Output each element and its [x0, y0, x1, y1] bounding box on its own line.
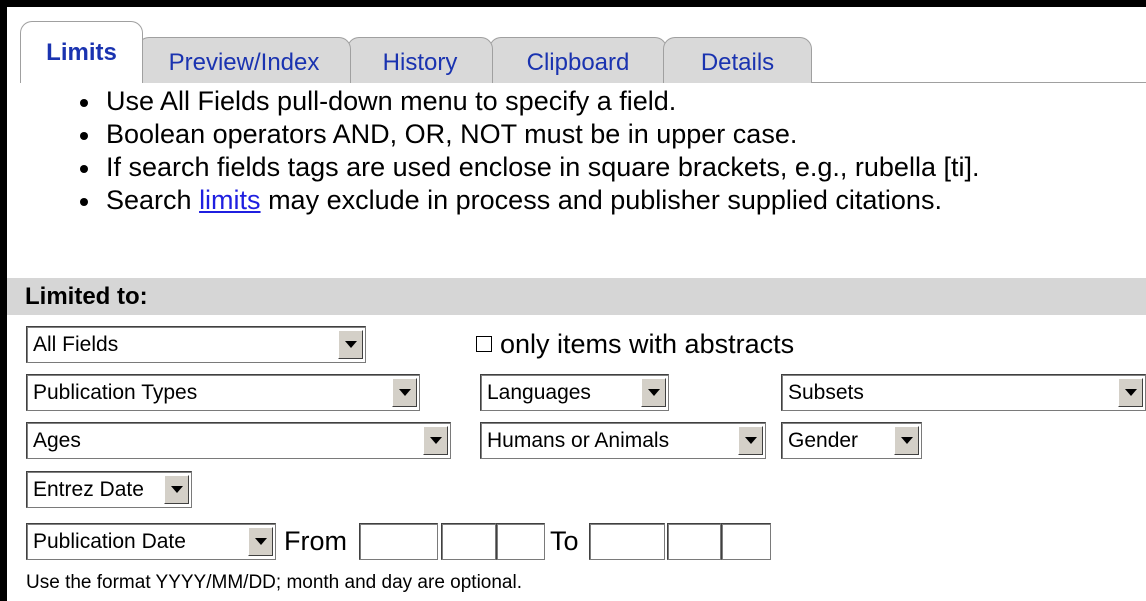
bullet-icon	[80, 198, 88, 206]
list-item: If search fields tags are used enclose i…	[80, 151, 1146, 184]
tab-bar: Clipboard Details History Preview/Index …	[7, 7, 1146, 83]
from-day-input[interactable]	[496, 523, 545, 560]
date-format-hint: Use the format YYYY/MM/DD; month and day…	[26, 572, 522, 593]
list-item: Use All Fields pull-down menu to specify…	[80, 85, 1146, 118]
subsets-select[interactable]: Subsets	[781, 374, 1146, 411]
chevron-down-icon[interactable]	[164, 475, 189, 504]
humans-or-animals-select[interactable]: Humans or Animals	[480, 422, 766, 459]
limited-to-heading: Limited to:	[7, 278, 1146, 315]
chevron-down-icon[interactable]	[392, 378, 417, 407]
chevron-down-icon[interactable]	[641, 378, 666, 407]
tab-history[interactable]: History	[347, 37, 493, 83]
bullet-icon	[80, 165, 88, 173]
bullet-icon	[80, 132, 88, 140]
window-frame-left	[0, 0, 7, 601]
tab-clipboard[interactable]: Clipboard	[489, 37, 667, 83]
tab-details[interactable]: Details	[663, 37, 812, 83]
ages-select[interactable]: Ages	[26, 422, 451, 459]
window-frame-top	[0, 0, 1146, 7]
bullet-icon	[80, 99, 88, 107]
to-day-input[interactable]	[721, 523, 771, 560]
chevron-down-icon[interactable]	[248, 527, 273, 556]
chevron-down-icon[interactable]	[338, 330, 363, 359]
abstracts-checkbox-row: only items with abstracts	[476, 326, 794, 363]
tab-preview-index[interactable]: Preview/Index	[137, 37, 351, 83]
to-year-input[interactable]	[589, 523, 665, 560]
tab-limits[interactable]: Limits	[20, 21, 143, 83]
from-month-input[interactable]	[441, 523, 496, 560]
publication-date-select[interactable]: Publication Date	[26, 523, 276, 560]
list-item: Boolean operators AND, OR, NOT must be i…	[80, 118, 1146, 151]
search-tips-list: Use All Fields pull-down menu to specify…	[60, 85, 1146, 217]
to-month-input[interactable]	[667, 523, 721, 560]
abstracts-checkbox[interactable]	[476, 335, 492, 352]
abstracts-label: only items with abstracts	[500, 329, 795, 359]
chevron-down-icon[interactable]	[894, 426, 919, 455]
chevron-down-icon[interactable]	[423, 426, 448, 455]
chevron-down-icon[interactable]	[1118, 378, 1143, 407]
all-fields-select[interactable]: All Fields	[26, 326, 366, 363]
publication-types-select[interactable]: Publication Types	[26, 374, 420, 411]
gender-select[interactable]: Gender	[781, 422, 922, 459]
list-item: Search limits may exclude in process and…	[80, 184, 1146, 217]
entrez-date-select[interactable]: Entrez Date	[26, 471, 192, 508]
limits-link[interactable]: limits	[199, 185, 261, 215]
languages-select[interactable]: Languages	[480, 374, 669, 411]
from-label: From	[284, 526, 347, 556]
to-label: To	[550, 526, 579, 556]
from-year-input[interactable]	[359, 523, 438, 560]
chevron-down-icon[interactable]	[738, 426, 763, 455]
